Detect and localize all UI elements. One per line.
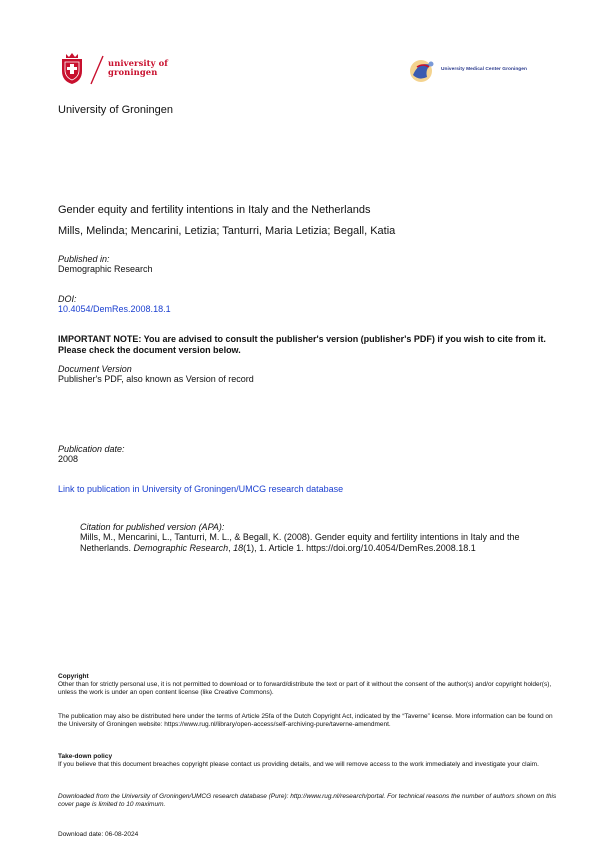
umcg-logo-text: University Medical Center Groningen <box>441 67 527 72</box>
downloaded-from-notice: Downloaded from the University of Gronin… <box>58 793 557 808</box>
publication-date-value: 2008 <box>58 454 79 464</box>
citation-journal: Demographic Research <box>133 542 229 553</box>
university-of-groningen-logo: university of groningen <box>60 53 180 89</box>
rug-logo-line2: groningen <box>108 67 158 77</box>
paper-title: Gender equity and fertility intentions i… <box>58 204 371 216</box>
publication-date-label: Publication date: <box>58 444 125 454</box>
takedown-body: If you believe that this document breach… <box>58 761 539 768</box>
taverne-notice: The publication may also be distributed … <box>58 713 553 728</box>
copyright-heading: Copyright <box>58 673 89 680</box>
doi-link[interactable]: 10.4054/DemRes.2008.18.1 <box>58 304 171 314</box>
document-version-value: Publisher's PDF, also known as Version o… <box>58 374 254 384</box>
citation-label: Citation for published version (APA): <box>80 522 225 532</box>
umcg-emblem-icon <box>410 60 434 82</box>
research-database-link[interactable]: Link to publication in University of Gro… <box>58 484 343 494</box>
published-in-label: Published in: <box>58 254 110 264</box>
document-version-label: Document Version <box>58 364 132 374</box>
download-date: Download date: 06-08-2024 <box>58 831 139 838</box>
copyright-body: Other than for strictly personal use, it… <box>58 681 552 696</box>
citation-part3: (1), 1. Article 1. https://doi.org/10.40… <box>243 542 476 553</box>
citation-volume: 18 <box>233 542 244 553</box>
umcg-logo: University Medical Center Groningen <box>407 55 547 87</box>
published-in-value: Demographic Research <box>58 264 153 274</box>
takedown-heading: Take-down policy <box>58 753 113 760</box>
rug-slash-icon <box>90 55 104 85</box>
rug-crest-icon <box>62 53 82 84</box>
important-note: IMPORTANT NOTE: You are advised to consu… <box>58 334 546 355</box>
paper-authors: Mills, Melinda; Mencarini, Letizia; Tant… <box>58 225 396 237</box>
institution-name: University of Groningen <box>58 104 173 116</box>
doi-label: DOI: <box>58 294 77 304</box>
citation-text: Mills, M., Mencarini, L., Tanturri, M. L… <box>80 532 560 553</box>
